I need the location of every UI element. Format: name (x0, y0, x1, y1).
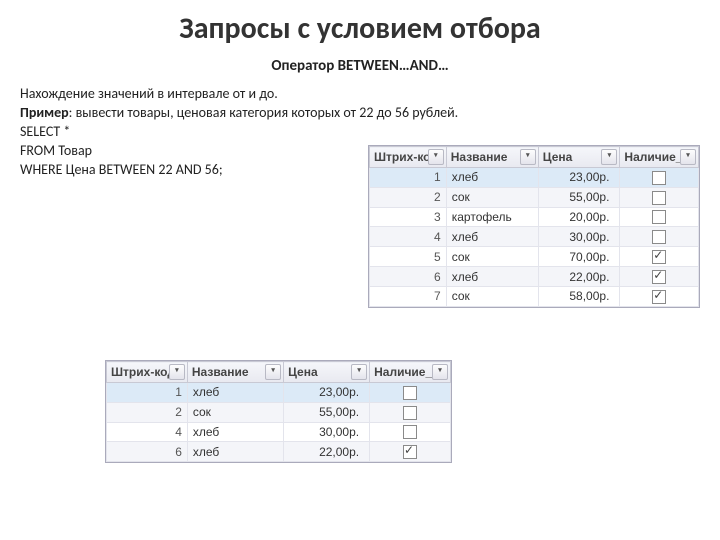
cell-code: 3 (370, 207, 447, 227)
cell-code: 2 (107, 402, 188, 422)
table-row[interactable]: 1хлеб23,00р. (107, 383, 451, 403)
example-text: : вывести товары, ценовая категория кото… (69, 104, 459, 121)
cell-code: 1 (107, 383, 188, 403)
cell-name: сок (446, 247, 538, 267)
dropdown-icon[interactable]: ▾ (432, 364, 448, 380)
cell-stock (370, 442, 451, 462)
cell-stock (370, 422, 451, 442)
checkbox-icon[interactable] (652, 230, 666, 244)
cell-code: 1 (370, 168, 447, 188)
cell-price: 58,00р. (538, 286, 620, 306)
cell-price: 70,00р. (538, 247, 620, 267)
cell-name: хлеб (446, 267, 538, 287)
cell-code: 5 (370, 247, 447, 267)
cell-price: 30,00р. (538, 227, 620, 247)
cell-code: 7 (370, 286, 447, 306)
table-row[interactable]: 6хлеб22,00р. (370, 267, 699, 287)
checkbox-icon[interactable] (652, 250, 666, 264)
cell-stock (370, 402, 451, 422)
subtitle: Оператор BETWEEN…AND… (20, 57, 700, 75)
table-row[interactable]: 3картофель20,00р. (370, 207, 699, 227)
cell-name: картофель (446, 207, 538, 227)
dropdown-icon[interactable]: ▾ (265, 364, 281, 380)
th-name[interactable]: Название▾ (187, 362, 283, 383)
cell-code: 6 (107, 442, 188, 462)
cell-name: сок (446, 286, 538, 306)
checkbox-icon[interactable] (652, 210, 666, 224)
th-stock[interactable]: Наличие_а▾ (370, 362, 451, 383)
sql-line-1: SELECT * (20, 123, 700, 140)
cell-price: 20,00р. (538, 207, 620, 227)
cell-price: 22,00р. (538, 267, 620, 287)
cell-stock (620, 168, 699, 188)
table-row[interactable]: 4хлеб30,00р. (370, 227, 699, 247)
checkbox-icon[interactable] (652, 191, 666, 205)
cell-price: 55,00р. (538, 187, 620, 207)
th-code[interactable]: Штрих-код▾ (107, 362, 188, 383)
cell-name: хлеб (446, 227, 538, 247)
cell-code: 4 (107, 422, 188, 442)
table-row[interactable]: 2сок55,00р. (107, 402, 451, 422)
dropdown-icon[interactable]: ▾ (601, 149, 617, 165)
checkbox-icon[interactable] (652, 171, 666, 185)
example-line: Пример: вывести товары, ценовая категори… (20, 104, 700, 121)
result-table: Штрих-код▾ Название▾ Цена▾ Наличие_а▾ 1х… (105, 360, 452, 463)
cell-price: 23,00р. (538, 168, 620, 188)
cell-name: хлеб (187, 442, 283, 462)
checkbox-icon[interactable] (403, 386, 417, 400)
cell-price: 55,00р. (284, 402, 370, 422)
table-row[interactable]: 7сок58,00р. (370, 286, 699, 306)
th-code[interactable]: Штрих-код▾ (370, 147, 447, 168)
cell-name: хлеб (187, 383, 283, 403)
cell-name: сок (187, 402, 283, 422)
table-row[interactable]: 6хлеб22,00р. (107, 442, 451, 462)
page-title: Запросы с условием отбора (20, 10, 700, 47)
dropdown-icon[interactable]: ▾ (520, 149, 536, 165)
th-name[interactable]: Название▾ (446, 147, 538, 168)
cell-price: 22,00р. (284, 442, 370, 462)
table-row[interactable]: 4хлеб30,00р. (107, 422, 451, 442)
dropdown-icon[interactable]: ▾ (169, 364, 185, 380)
table-row[interactable]: 2сок55,00р. (370, 187, 699, 207)
table-row[interactable]: 1хлеб23,00р. (370, 168, 699, 188)
cell-price: 23,00р. (284, 383, 370, 403)
source-table: Штрих-код▾ Название▾ Цена▾ Наличие_а▾ 1х… (368, 145, 700, 308)
dropdown-icon[interactable]: ▾ (351, 364, 367, 380)
th-price[interactable]: Цена▾ (284, 362, 370, 383)
dropdown-icon[interactable]: ▾ (680, 149, 696, 165)
cell-code: 2 (370, 187, 447, 207)
cell-name: хлеб (187, 422, 283, 442)
desc-text: Нахождение значений в интервале от и до. (20, 85, 700, 102)
cell-price: 30,00р. (284, 422, 370, 442)
cell-name: хлеб (446, 168, 538, 188)
cell-stock (620, 227, 699, 247)
checkbox-icon[interactable] (403, 406, 417, 420)
cell-code: 4 (370, 227, 447, 247)
checkbox-icon[interactable] (652, 270, 666, 284)
th-price[interactable]: Цена▾ (538, 147, 620, 168)
cell-stock (620, 187, 699, 207)
cell-code: 6 (370, 267, 447, 287)
checkbox-icon[interactable] (652, 290, 666, 304)
cell-stock (620, 286, 699, 306)
cell-stock (620, 247, 699, 267)
cell-stock (370, 383, 451, 403)
th-stock[interactable]: Наличие_а▾ (620, 147, 699, 168)
table-row[interactable]: 5сок70,00р. (370, 247, 699, 267)
cell-stock (620, 207, 699, 227)
checkbox-icon[interactable] (403, 425, 417, 439)
dropdown-icon[interactable]: ▾ (428, 149, 444, 165)
cell-name: сок (446, 187, 538, 207)
example-label: Пример (20, 104, 69, 121)
cell-stock (620, 267, 699, 287)
checkbox-icon[interactable] (403, 445, 417, 459)
